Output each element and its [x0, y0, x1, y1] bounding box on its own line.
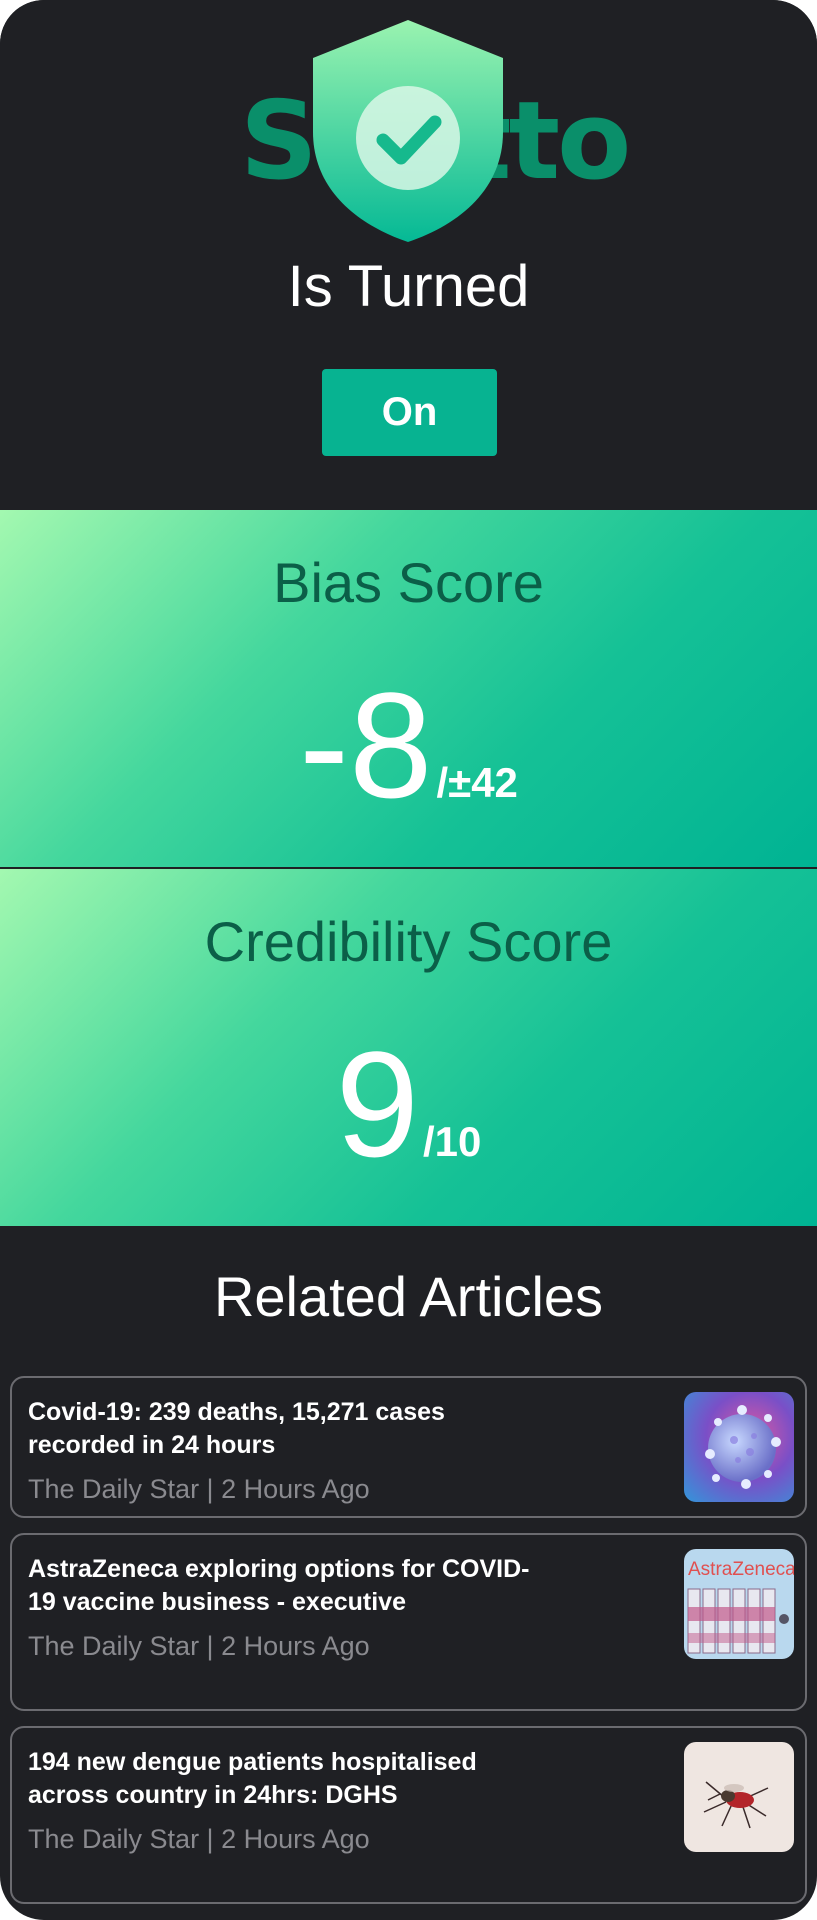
credibility-score-panel: Credibility Score 9/10	[0, 869, 817, 1226]
article-card[interactable]: AstraZeneca exploring options for COVID-…	[10, 1533, 807, 1711]
related-articles-heading: Related Articles	[213, 1265, 604, 1328]
bias-score-range: /±42	[436, 759, 518, 806]
article-title: 194 new dengue patients hospitalised acr…	[28, 1748, 477, 1809]
bias-score-title: Bias Score	[273, 551, 544, 614]
virus-image	[684, 1392, 794, 1502]
vaccine-vials-image: AstraZeneca	[684, 1549, 794, 1659]
article-title: AstraZeneca exploring options for COVID-…	[28, 1555, 530, 1616]
credibility-score-max: /10	[423, 1118, 482, 1165]
on-toggle-button[interactable]: On	[322, 369, 497, 456]
article-title: Covid-19: 239 deaths, 15,271 cases recor…	[28, 1398, 445, 1459]
article-card[interactable]: Covid-19: 239 deaths, 15,271 cases recor…	[10, 1376, 807, 1518]
credibility-score: 9/10	[0, 1019, 817, 1189]
thumbnail-text: AstraZeneca	[688, 1559, 794, 1580]
credibility-score-value: 9	[335, 1020, 420, 1188]
bias-score-value: -8	[299, 661, 433, 829]
shield-check-icon	[313, 20, 503, 242]
extension-popup: Shotto Is Turned On Bias Score -8/±42	[0, 0, 817, 1920]
status-label: Is Turned	[287, 254, 530, 319]
credibility-score-title: Credibility Score	[204, 910, 613, 973]
article-card[interactable]: 194 new dengue patients hospitalised acr…	[10, 1726, 807, 1904]
logo: Shotto	[240, 20, 631, 250]
bias-score: -8/±42	[0, 660, 817, 830]
header: Shotto Is Turned On	[0, 0, 817, 510]
article-source: The Daily Star | 2 Hours Ago	[28, 1631, 370, 1661]
bias-score-panel: Bias Score -8/±42	[0, 510, 817, 867]
mosquito-image	[684, 1742, 794, 1852]
article-source: The Daily Star | 2 Hours Ago	[28, 1474, 370, 1504]
article-source: The Daily Star | 2 Hours Ago	[28, 1824, 370, 1854]
